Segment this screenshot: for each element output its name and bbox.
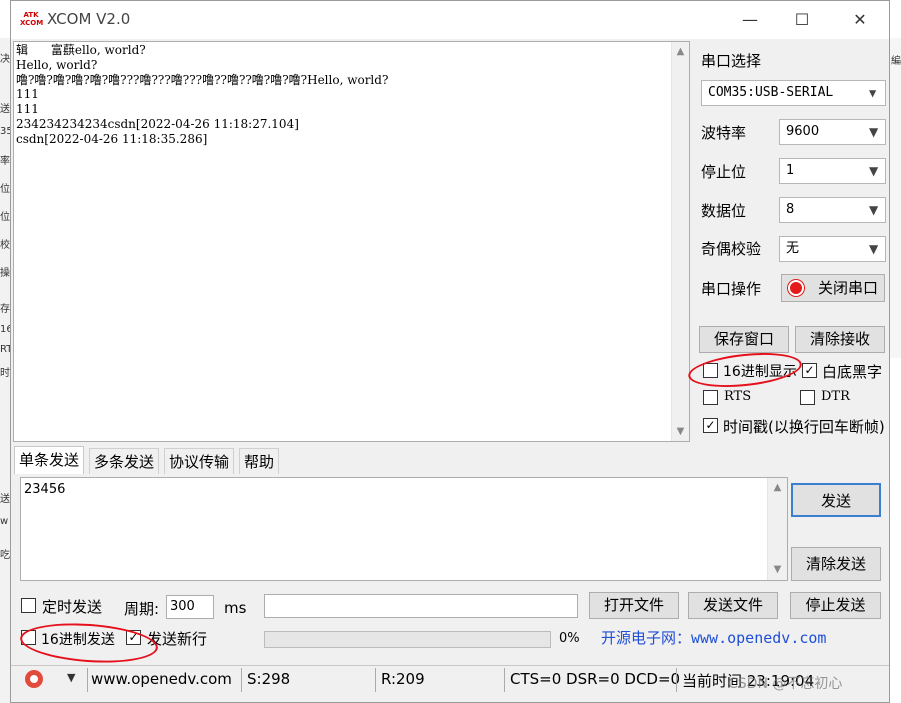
scroll-up-icon[interactable]: ▲ <box>768 482 787 493</box>
tab-help[interactable]: 帮助 <box>239 448 280 474</box>
tab-single-send[interactable]: 单条发送 <box>14 446 85 474</box>
receive-line: csdn[2022-04-26 11:18:35.286] <box>16 131 208 146</box>
file-path-input[interactable] <box>264 594 578 618</box>
minimize-button[interactable]: — <box>727 1 773 39</box>
receive-line: Hello, world? <box>16 57 98 72</box>
background-fragment: 存 <box>0 304 10 315</box>
clear-receive-button[interactable]: 清除接收 <box>795 326 885 353</box>
close-button[interactable]: ✕ <box>837 1 883 39</box>
receive-content: 辑 富蕻ello, world? Hello, world? 噜?噜?噜?噜?噜?噜… <box>16 43 388 147</box>
baud-select[interactable]: 9600 ▼ <box>779 119 886 145</box>
port-value: COM35:USB-SERIAL <box>708 85 834 100</box>
close-port-label: 关闭串口 <box>818 279 879 297</box>
status-received-count: R:209 <box>381 670 425 688</box>
status-url[interactable]: www.openedv.com <box>91 670 232 688</box>
status-signals: CTS=0 DSR=0 DCD=0 <box>510 670 681 688</box>
background-fragment: 率 <box>0 156 10 167</box>
port-label: 串口选择 <box>701 52 762 70</box>
timestamp-checkbox[interactable]: ✓ <box>703 418 718 433</box>
rts-checkbox[interactable] <box>703 390 718 405</box>
background-fragment: 位 <box>0 212 10 223</box>
title-bar[interactable]: ATK XCOM XCOM V2.0 — ☐ ✕ <box>11 1 889 39</box>
tab-multi-send[interactable]: 多条发送 <box>89 448 160 474</box>
chevron-down-icon: ▼ <box>869 125 879 139</box>
receive-line: 辑 富蕻ello, world? <box>16 43 146 57</box>
background-fragment: 操 <box>0 268 10 279</box>
background-window-edge-right: 編 <box>890 38 901 358</box>
parity-label: 奇偶校验 <box>701 240 762 258</box>
receive-scrollbar[interactable]: ▲ ▼ <box>671 42 689 441</box>
progress-percent: 0% <box>559 631 580 646</box>
chevron-down-icon: ▼ <box>869 86 877 100</box>
receive-line: 噜?噜?噜?噜?噜?噜???噜???噜???噜??噜??噜?噜?噜?Hello,… <box>16 72 389 87</box>
parity-value: 无 <box>786 241 800 256</box>
watermark: CSDN @不忘初心 <box>728 676 843 692</box>
close-port-button[interactable]: 关闭串口 <box>781 274 885 302</box>
data-bits-value: 8 <box>786 202 795 217</box>
receive-line: 111 <box>16 87 39 102</box>
scroll-down-icon[interactable]: ▼ <box>672 426 689 437</box>
receive-textarea[interactable]: 辑 富蕻ello, world? Hello, world? 噜?噜?噜?噜?噜?噜… <box>13 41 690 442</box>
status-sent-count: S:298 <box>247 670 291 688</box>
rts-label: RTS <box>724 389 752 404</box>
record-icon[interactable] <box>25 670 43 688</box>
background-fragment: 决 <box>0 54 10 65</box>
background-fragment: 校 <box>0 240 10 251</box>
port-op-label: 串口操作 <box>701 280 762 298</box>
background-fragment: 时 <box>0 368 10 379</box>
send-button[interactable]: 发送 <box>791 483 881 517</box>
background-fragment: 送 <box>0 494 10 505</box>
receive-line: 111 <box>16 102 39 117</box>
chevron-down-icon: ▼ <box>869 203 879 217</box>
send-file-button[interactable]: 发送文件 <box>688 592 778 619</box>
stop-bits-select[interactable]: 1 ▼ <box>779 158 886 184</box>
baud-value: 9600 <box>786 124 820 139</box>
white-bg-label: 白底黑字 <box>822 363 883 381</box>
save-window-button[interactable]: 保存窗口 <box>699 326 789 353</box>
tab-protocol[interactable]: 协议传输 <box>164 448 235 474</box>
white-bg-checkbox[interactable]: ✓ <box>802 363 817 378</box>
stop-bits-value: 1 <box>786 163 795 178</box>
receive-line: 234234234234csdn[2022-04-26 11:18:27.104… <box>16 116 299 131</box>
chevron-down-icon: ▼ <box>869 242 879 256</box>
send-scrollbar[interactable]: ▲ ▼ <box>767 478 787 580</box>
scroll-up-icon[interactable]: ▲ <box>672 46 689 57</box>
ad-link[interactable]: 开源电子网：www.openedv.com <box>601 627 826 648</box>
background-fragment: 送 <box>0 104 10 115</box>
window-title: XCOM V2.0 <box>47 10 131 28</box>
timestamp-label: 时间戳(以换行回车断帧) <box>723 418 885 436</box>
open-file-button[interactable]: 打开文件 <box>589 592 679 619</box>
send-content: 23456 <box>24 482 66 497</box>
parity-select[interactable]: 无 ▼ <box>779 236 886 262</box>
background-fragment-right: 編 <box>891 56 901 67</box>
xcom-window: ATK XCOM XCOM V2.0 — ☐ ✕ 辑 富蕻ello, world… <box>10 0 890 703</box>
clear-send-button[interactable]: 清除发送 <box>791 547 881 581</box>
scroll-down-icon[interactable]: ▼ <box>768 564 787 575</box>
maximize-button[interactable]: ☐ <box>779 1 825 39</box>
baud-label: 波特率 <box>701 124 747 142</box>
dtr-checkbox[interactable] <box>800 390 815 405</box>
timed-send-checkbox[interactable] <box>21 598 36 613</box>
data-bits-label: 数据位 <box>701 202 747 220</box>
background-fragment: 吃 <box>0 550 10 561</box>
send-textarea[interactable]: 23456 ▲ ▼ <box>20 477 788 581</box>
period-input[interactable]: 300 <box>166 595 214 619</box>
send-progress-bar <box>264 631 551 648</box>
stop-bits-label: 停止位 <box>701 163 747 181</box>
period-label: 周期: <box>124 600 160 618</box>
chevron-down-icon: ▼ <box>869 164 879 178</box>
background-fragment: w <box>0 516 9 527</box>
stop-send-button[interactable]: 停止发送 <box>790 592 881 619</box>
chevron-down-icon[interactable]: ▼ <box>67 671 75 684</box>
period-unit: ms <box>224 599 247 617</box>
app-logo: ATK XCOM <box>20 11 44 27</box>
data-bits-select[interactable]: 8 ▼ <box>779 197 886 223</box>
dtr-label: DTR <box>821 389 850 404</box>
record-icon <box>788 280 804 296</box>
port-select[interactable]: COM35:USB-SERIAL ▼ <box>701 80 886 106</box>
background-fragment: 位 <box>0 184 10 195</box>
timed-send-label: 定时发送 <box>42 598 103 616</box>
